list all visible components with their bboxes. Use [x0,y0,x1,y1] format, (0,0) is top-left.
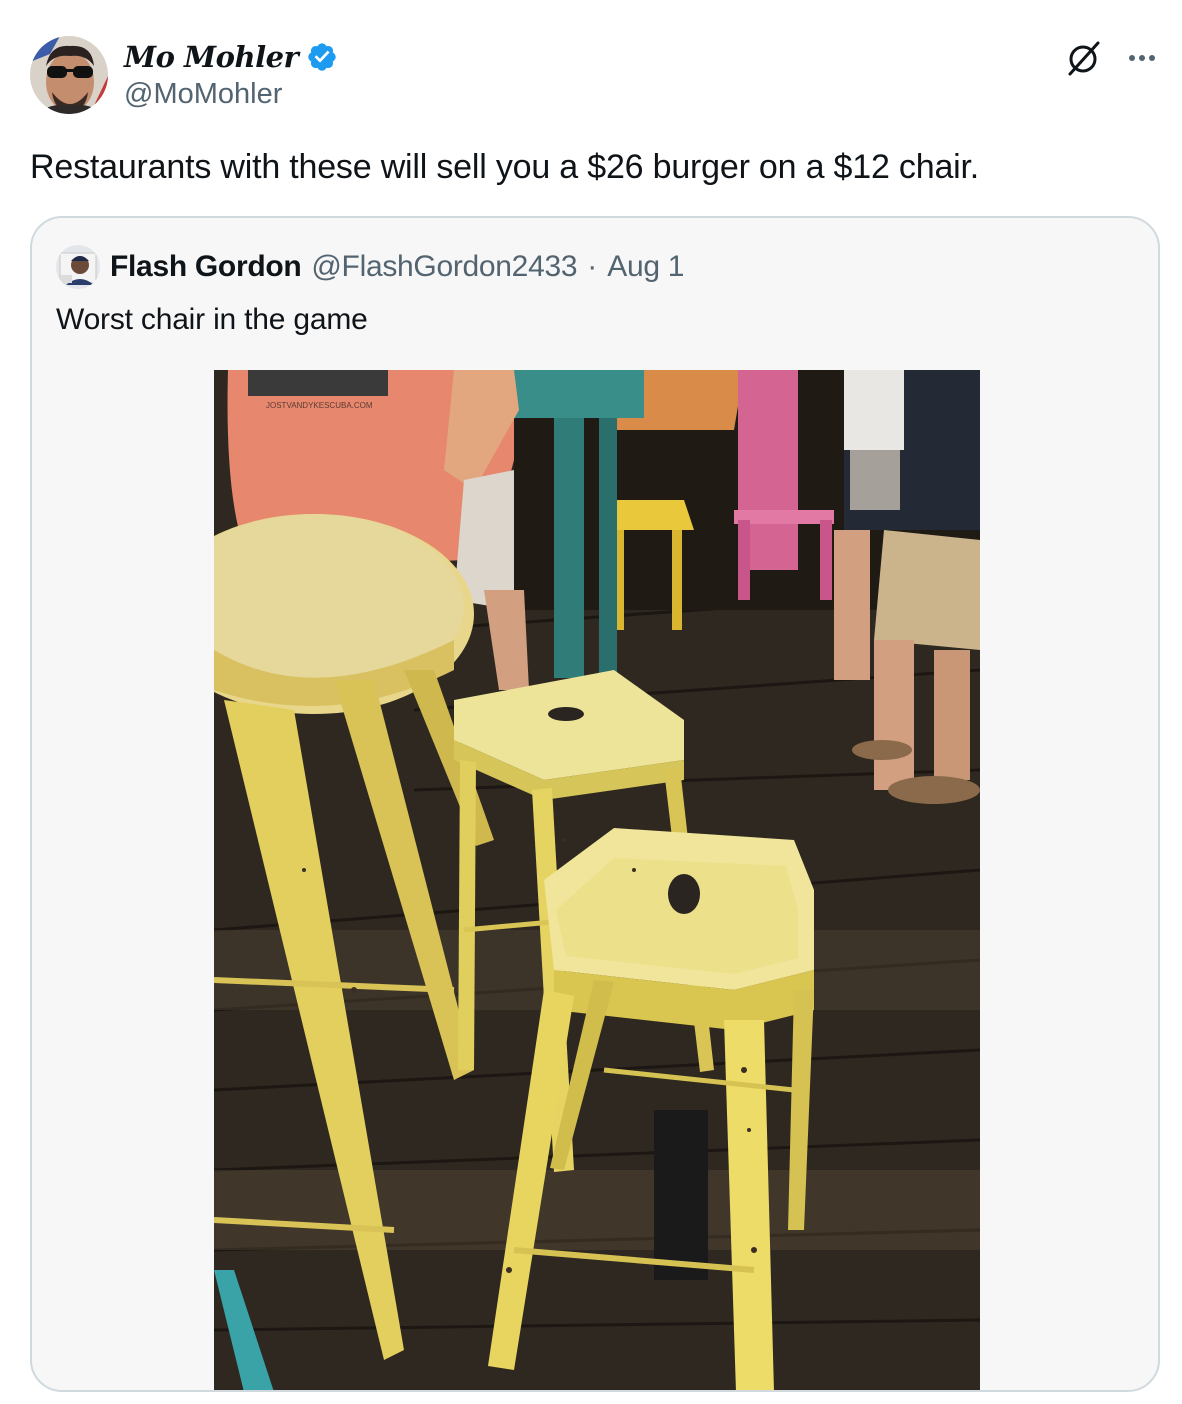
author-display-name[interactable]: Mo Mohler [124,40,299,74]
quoted-tweet-date[interactable]: Aug 1 [607,250,684,284]
verified-badge-icon [308,43,336,71]
more-options-icon [1129,55,1135,61]
quoted-tweet-card[interactable]: Flash Gordon @FlashGordon2433 · Aug 1 Wo… [30,216,1160,1392]
grok-button[interactable] [1064,38,1104,78]
quoted-tweet-photo[interactable]: JOSTVANDYKESCUBA.COM [214,370,980,1390]
grok-icon [1068,41,1100,76]
more-options-icon [1149,55,1155,61]
quoted-tweet-header: Flash Gordon @FlashGordon2433 · Aug 1 [56,244,684,290]
avatar-photo-icon [56,245,100,289]
more-options-button[interactable] [1122,38,1162,78]
author-avatar[interactable] [30,36,108,114]
more-options-icon [1139,55,1145,61]
author-handle[interactable]: @MoMohler [124,78,338,111]
bar-stools-photo: JOSTVANDYKESCUBA.COM [214,370,980,1390]
separator-dot: · [587,250,598,283]
tweet-text: Restaurants with these will sell you a $… [30,148,979,186]
quoted-tweet-text: Worst chair in the game [56,303,368,336]
quoted-author-handle[interactable]: @FlashGordon2433 [311,250,577,284]
quoted-author-avatar[interactable] [56,245,100,289]
quoted-author-display-name[interactable]: Flash Gordon [110,250,302,284]
shirt-print: JOSTVANDYKESCUBA.COM [266,401,373,410]
avatar-photo-icon [30,36,108,114]
